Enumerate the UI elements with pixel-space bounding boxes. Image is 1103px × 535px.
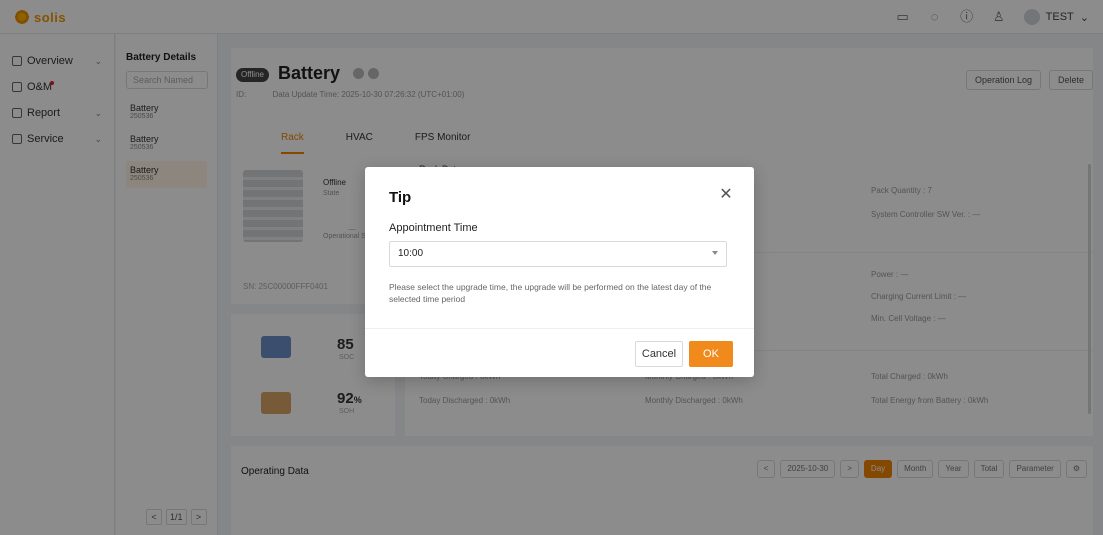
appointment-time-label: Appointment Time xyxy=(389,222,478,234)
divider xyxy=(365,328,754,329)
close-icon[interactable]: ✕ xyxy=(718,187,734,203)
appointment-time-select[interactable]: 10:00 xyxy=(389,241,727,267)
ok-button[interactable]: OK xyxy=(689,341,733,367)
modal-title: Tip xyxy=(389,189,412,206)
selected-time: 10:00 xyxy=(398,248,424,259)
caret-down-icon xyxy=(712,251,718,255)
tip-modal: Tip ✕ Appointment Time 10:00 Please sele… xyxy=(365,167,754,377)
upgrade-hint: Please select the upgrade time, the upgr… xyxy=(389,282,712,304)
cancel-button[interactable]: Cancel xyxy=(635,341,683,367)
